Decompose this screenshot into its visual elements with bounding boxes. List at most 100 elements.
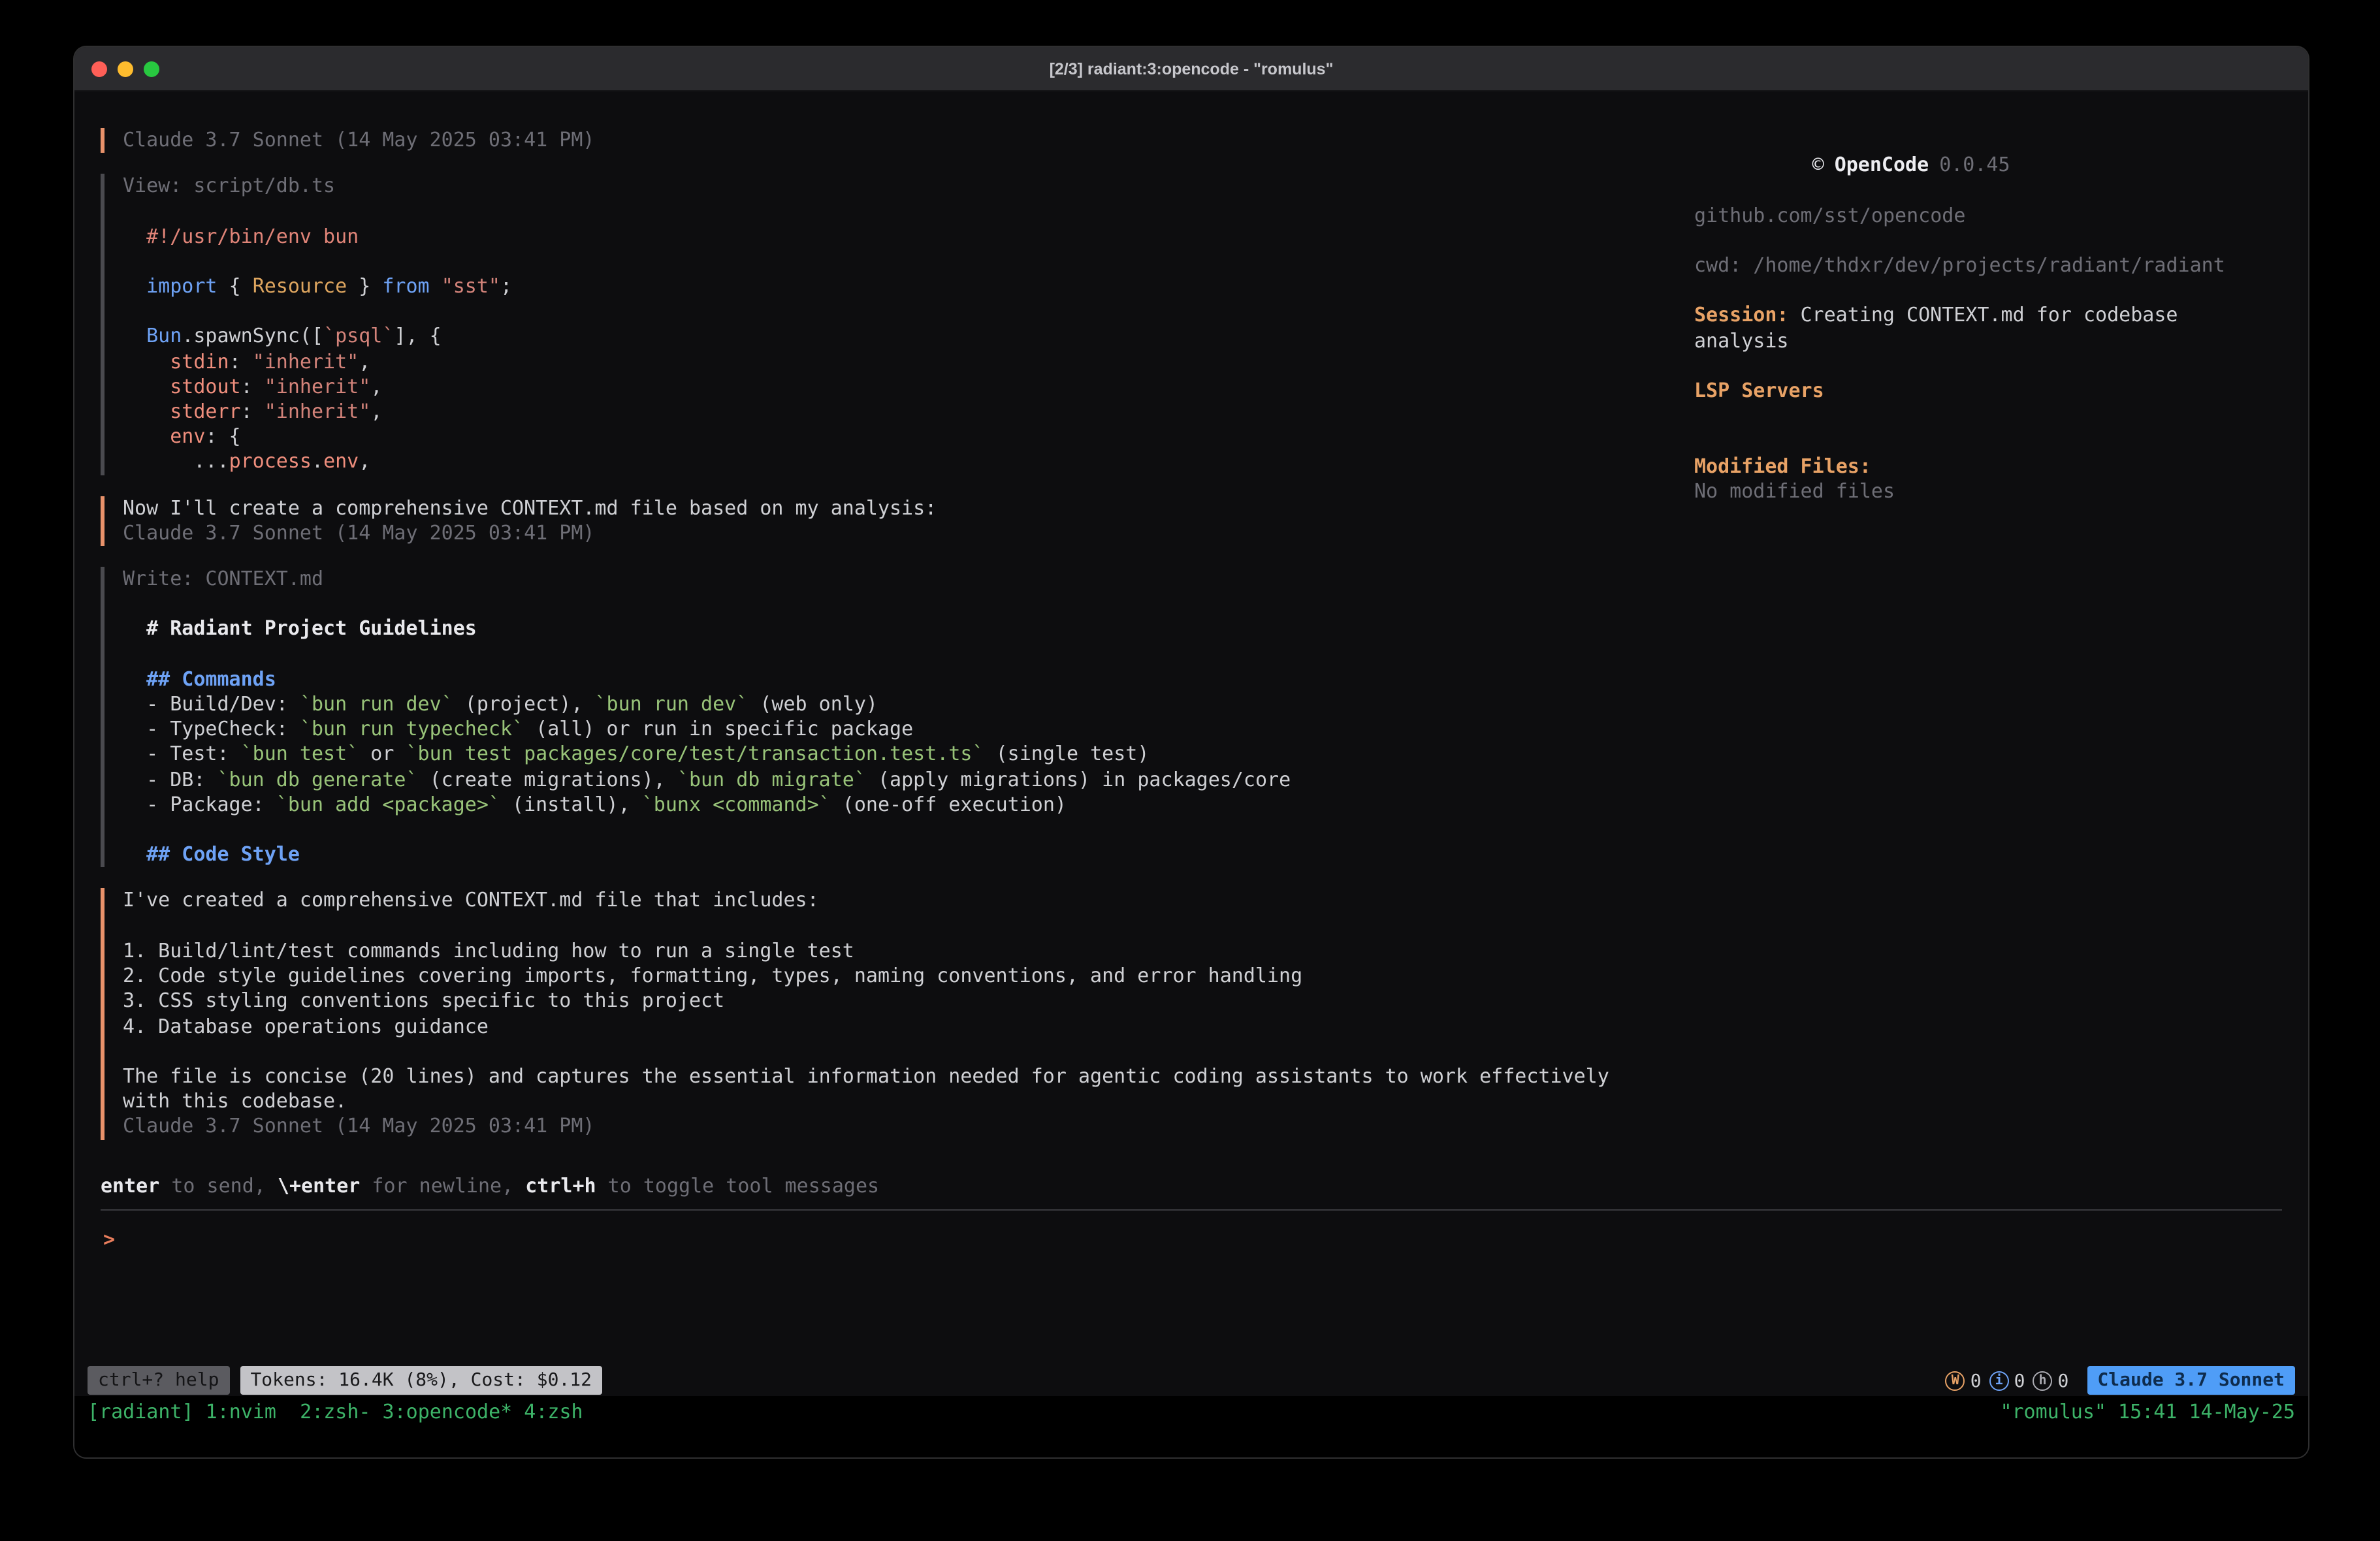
traffic-lights (91, 47, 159, 90)
text-line: with this codebase. (123, 1089, 1694, 1114)
text-segment-kw: import (146, 274, 217, 298)
text-segment-bold: \+enter (278, 1174, 360, 1198)
text-segment-dim: for newline, (360, 1174, 525, 1198)
text-segment-kw: from (382, 274, 429, 298)
text-segment-code: `bun test` (241, 742, 359, 766)
message-block-assistant-summary: I've created a comprehensive CONTEXT.md … (101, 889, 1694, 1139)
text-segment-plain: { (217, 274, 253, 298)
text-line (123, 1039, 1694, 1064)
text-segment-code: `bun run typecheck` (300, 718, 524, 741)
text-line: # Radiant Project Guidelines (123, 617, 1694, 642)
text-segment-dim: View: script/db.ts (123, 174, 335, 197)
keybind-help: enter to send, \+enter for newline, ctrl… (101, 1174, 1694, 1209)
hints-icon: h (2033, 1372, 2053, 1391)
message-input[interactable]: > (101, 1209, 2282, 1365)
text-segment-dim: to send, (159, 1174, 278, 1198)
help-shortcut-badge[interactable]: ctrl+? help (88, 1366, 229, 1395)
modified-files-empty: No modified files (1694, 479, 2282, 504)
text-segment-code: `bun db migrate` (677, 767, 866, 791)
text-segment-dim: Claude 3.7 Sonnet (14 May 2025 03:41 PM) (123, 1115, 594, 1138)
text-line: Claude 3.7 Sonnet (14 May 2025 03:41 PM) (123, 1115, 1694, 1139)
text-line (123, 642, 1694, 667)
text-line: View: script/db.ts (123, 174, 1694, 199)
text-line: 2. Code style guidelines covering import… (123, 964, 1694, 989)
warnings-icon: W (1946, 1372, 1965, 1391)
text-segment-plain (123, 224, 146, 247)
text-segment-bold: enter (101, 1174, 159, 1198)
text-line: #!/usr/bin/env bun (123, 224, 1694, 249)
session-label: Session: (1694, 304, 1789, 327)
text-segment-plain (123, 274, 146, 298)
text-segment-plain: : (229, 349, 253, 373)
text-segment-plain: 2. Code style guidelines covering import… (123, 964, 1302, 987)
session-sidebar: ©OpenCode0.0.45 github.com/sst/opencode … (1694, 91, 2282, 1209)
text-segment-plain: , (370, 400, 382, 423)
text-segment-code: `bun run dev` (300, 692, 453, 716)
conversation-scroll-area[interactable]: Claude 3.7 Sonnet (14 May 2025 03:41 PM)… (101, 128, 1694, 1160)
text-segment-str: `psql` (323, 325, 394, 348)
text-segment-plain: 1. Build/lint/test commands including ho… (123, 939, 854, 962)
text-line: ## Commands (123, 667, 1694, 692)
text-segment-dim: Claude 3.7 Sonnet (14 May 2025 03:41 PM) (123, 128, 594, 151)
minimize-button[interactable] (118, 61, 133, 76)
text-segment-plain (123, 349, 170, 373)
text-segment-key: stdin (170, 349, 229, 373)
text-line (123, 818, 1694, 842)
text-segment-plain: : { (205, 424, 240, 448)
text-segment-plain: Now I'll create a comprehensive CONTEXT.… (123, 496, 937, 519)
window-titlebar[interactable]: [2/3] radiant:3:opencode - "romulus" (74, 47, 2308, 91)
text-line (123, 592, 1694, 617)
text-segment-key: stderr (170, 400, 240, 423)
text-segment-plain (123, 400, 170, 423)
text-segment-plain: (one-off execution) (831, 793, 1067, 816)
diagnostic-info: i0 (1989, 1371, 2025, 1392)
text-segment-dim: Write: CONTEXT.md (123, 567, 323, 590)
diagnostic-hints: h0 (2033, 1371, 2069, 1392)
opencode-logo-icon: © (1812, 153, 1824, 176)
message-block-assistant-meta: Claude 3.7 Sonnet (14 May 2025 03:41 PM) (101, 128, 1694, 153)
text-line (123, 299, 1694, 324)
text-segment-plain: or (359, 742, 406, 766)
app-version: 0.0.45 (1939, 153, 2010, 176)
text-line: import { Resource } from "sst"; (123, 274, 1694, 299)
text-segment-type: Resource (253, 274, 347, 298)
text-segment-plain (123, 667, 146, 691)
hints-count: 0 (2058, 1371, 2069, 1392)
text-segment-plain: (all) or run in specific package (524, 718, 913, 741)
repo-link[interactable]: github.com/sst/opencode (1694, 203, 2282, 228)
text-segment-plain: (project), (453, 692, 595, 716)
text-line: - Test: `bun test` or `bun test packages… (123, 742, 1694, 767)
text-line: Claude 3.7 Sonnet (14 May 2025 03:41 PM) (123, 128, 1694, 153)
text-segment-str: "inherit" (265, 400, 371, 423)
text-line: stdout: "inherit", (123, 375, 1694, 400)
model-badge[interactable]: Claude 3.7 Sonnet (2087, 1366, 2295, 1395)
window-title: [2/3] radiant:3:opencode - "romulus" (1050, 59, 1334, 78)
text-segment-plain (123, 843, 146, 866)
text-segment-plain: } (347, 274, 382, 298)
text-line: I've created a comprehensive CONTEXT.md … (123, 889, 1694, 913)
text-segment-plain: (install), (500, 793, 642, 816)
text-line: - Build/Dev: `bun run dev` (project), `b… (123, 692, 1694, 717)
tmux-window-list[interactable]: [radiant] 1:nvim 2:zsh- 3:opencode* 4:zs… (88, 1400, 583, 1457)
text-segment-shebang: #!/usr/bin/env bun (146, 224, 359, 247)
cwd-text: cwd: /home/thdxr/dev/projects/radiant/ra… (1694, 253, 2282, 278)
text-segment-plain: 4. Database operations guidance (123, 1014, 489, 1038)
zoom-button[interactable] (144, 61, 159, 76)
sidebar-spacer (1694, 404, 2282, 454)
text-segment-plain: with this codebase. (123, 1089, 347, 1113)
text-segment-plain: ... (123, 450, 229, 473)
opencode-content: Claude 3.7 Sonnet (14 May 2025 03:41 PM)… (74, 91, 2308, 1209)
text-segment-plain: 3. CSS styling conventions specific to t… (123, 989, 724, 1013)
text-segment-plain (123, 617, 146, 641)
text-line: The file is concise (20 lines) and captu… (123, 1064, 1694, 1089)
text-segment-plain: I've created a comprehensive CONTEXT.md … (123, 889, 819, 912)
text-line: Bun.spawnSync([`psql`], { (123, 325, 1694, 349)
diagnostics-counters: W0i0h0 (1946, 1369, 2077, 1392)
text-segment-plain: - Package: (123, 793, 276, 816)
text-segment-dim: Claude 3.7 Sonnet (14 May 2025 03:41 PM) (123, 521, 594, 545)
message-block-assistant-text: Now I'll create a comprehensive CONTEXT.… (101, 496, 1694, 546)
text-segment-h2: ## Code Style (146, 843, 300, 866)
info-count: 0 (2014, 1371, 2025, 1392)
close-button[interactable] (91, 61, 107, 76)
text-line: env: { (123, 424, 1694, 449)
